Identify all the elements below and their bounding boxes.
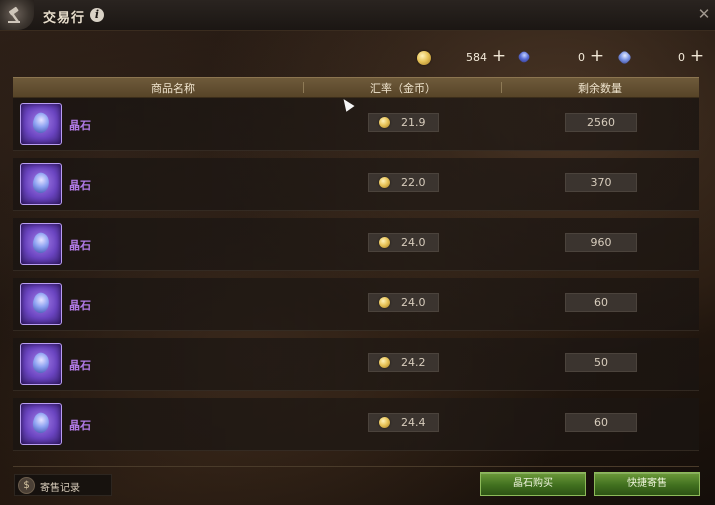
gold-coin-icon	[379, 237, 390, 248]
window-title: 交易行	[43, 11, 86, 26]
currency-amount: 0	[678, 51, 685, 64]
gold-coin-icon	[379, 117, 390, 128]
rate-field: 24.2	[368, 353, 439, 372]
item-name: 晶石	[69, 179, 91, 192]
quantity-value: 960	[565, 233, 637, 252]
header-exchange-rate[interactable]: 汇率（金币）	[333, 80, 473, 96]
item-name: 晶石	[69, 419, 91, 432]
rate-field: 22.0	[368, 173, 439, 192]
add-blue-gem-button[interactable]: +	[589, 47, 605, 65]
header-remaining-qty[interactable]: 剩余数量	[533, 80, 667, 96]
item-name: 晶石	[69, 119, 91, 132]
currency-amount: 0	[578, 51, 585, 64]
table-row[interactable]: 晶石 21.9 2560	[13, 98, 699, 151]
blue-gem-icon	[516, 49, 532, 65]
rate-field: 24.4	[368, 413, 439, 432]
crystal-item-icon	[20, 403, 62, 445]
record-label: 寄售记录	[40, 483, 80, 494]
gold-coin-icon	[379, 357, 390, 368]
add-gold-button[interactable]: +	[491, 47, 507, 65]
gold-coin-icon	[417, 51, 431, 65]
table-row[interactable]: 晶石 24.4 60	[13, 398, 699, 451]
crystal-item-icon	[20, 343, 62, 385]
rate-value: 21.9	[401, 116, 426, 129]
item-name: 晶石	[69, 239, 91, 252]
money-bag-icon: $	[18, 477, 35, 494]
crystal-item-icon	[20, 163, 62, 205]
crystal-item-icon	[20, 103, 62, 145]
title-bar: 交易行 i ✕	[0, 0, 715, 31]
gold-coin-icon	[379, 417, 390, 428]
currency-crystal: 0 +	[616, 47, 707, 67]
crystal-gem-icon	[616, 49, 633, 66]
gavel-emblem-icon	[0, 0, 34, 30]
rate-value: 24.0	[401, 296, 426, 309]
rate-field: 21.9	[368, 113, 439, 132]
rate-field: 24.0	[368, 233, 439, 252]
currency-gold: 584 +	[417, 47, 509, 67]
footer-divider	[13, 466, 699, 467]
quantity-value: 50	[565, 353, 637, 372]
rate-value: 24.4	[401, 416, 426, 429]
crystal-item-icon	[20, 283, 62, 325]
table-row[interactable]: 晶石 22.0 370	[13, 158, 699, 211]
quantity-value: 2560	[565, 113, 637, 132]
currency-blue-gem: 0 +	[516, 47, 607, 67]
buy-crystal-button[interactable]: 晶石购买	[480, 472, 586, 496]
rate-value: 24.0	[401, 236, 426, 249]
header-divider	[501, 82, 502, 93]
currency-amount: 584	[466, 51, 487, 64]
gold-coin-icon	[379, 297, 390, 308]
quick-sell-button[interactable]: 快捷寄售	[594, 472, 700, 496]
quantity-value: 60	[565, 413, 637, 432]
header-item-name[interactable]: 商品名称	[103, 80, 243, 96]
add-crystal-button[interactable]: +	[689, 47, 705, 65]
table-header: 商品名称 汇率（金币） 剩余数量	[13, 77, 699, 98]
gold-coin-icon	[379, 177, 390, 188]
info-icon[interactable]: i	[90, 8, 104, 22]
table-row[interactable]: 晶石 24.2 50	[13, 338, 699, 391]
trading-house-window: 交易行 i ✕ 584 + 0 + 0 + 商品名称 汇率（金币） 剩余数量 晶…	[0, 0, 715, 505]
table-row[interactable]: 晶石 24.0 60	[13, 278, 699, 331]
table-row[interactable]: 晶石 24.0 960	[13, 218, 699, 271]
crystal-item-icon	[20, 223, 62, 265]
consignment-record-button[interactable]: $ 寄售记录	[14, 474, 112, 496]
header-divider	[303, 82, 304, 93]
rate-value: 22.0	[401, 176, 426, 189]
close-icon[interactable]: ✕	[696, 6, 712, 22]
rate-field: 24.0	[368, 293, 439, 312]
item-name: 晶石	[69, 299, 91, 312]
quantity-value: 60	[565, 293, 637, 312]
item-name: 晶石	[69, 359, 91, 372]
rate-value: 24.2	[401, 356, 426, 369]
quantity-value: 370	[565, 173, 637, 192]
